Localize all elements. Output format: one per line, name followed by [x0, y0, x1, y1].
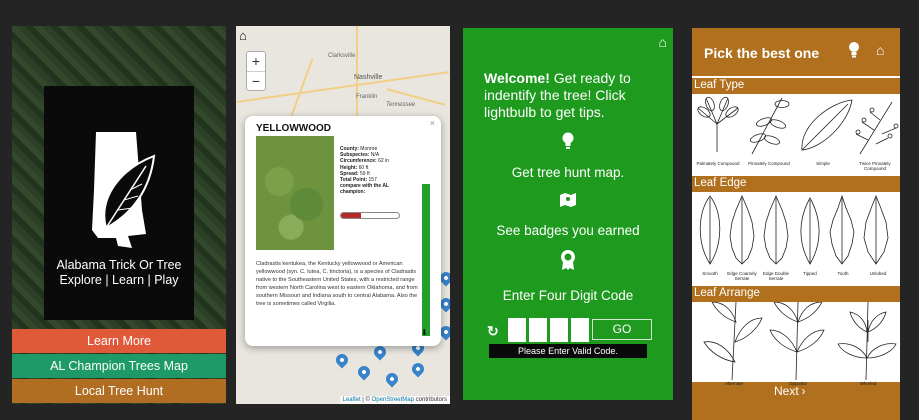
learn-more-button[interactable]: Learn More [12, 329, 226, 353]
leaf-arrange-caption: Alternate [724, 381, 743, 386]
leaf-edge-caption: Edge Double Serrate [762, 271, 790, 281]
zoom-out-button[interactable]: − [247, 71, 265, 90]
osm-link[interactable]: OpenStreetMap [372, 397, 414, 403]
tree-marker[interactable] [383, 370, 401, 388]
code-digit-1[interactable] [508, 318, 526, 342]
leaf-type-drawings[interactable] [692, 94, 900, 160]
leaf-edge-options: Smooth Edge Coarsely Serrate Edge Double… [692, 192, 900, 282]
alabama-leaf-logo [92, 132, 156, 248]
splash-screen: Alabama Trick Or Tree Explore | Learn | … [12, 26, 226, 404]
home-icon[interactable]: ⌂ [876, 42, 884, 58]
map-label-tennessee: Tennessee [386, 102, 416, 108]
code-digit-3[interactable] [550, 318, 568, 342]
leaf-edge-caption: Edge Coarsely Serrate [727, 271, 757, 281]
leaf-edge-caption: Unlobed [869, 271, 887, 276]
leaf-edge-section: Leaf Edge Smooth Edge Coarsely Serrate E… [692, 176, 900, 282]
zoom-in-button[interactable]: + [247, 52, 265, 71]
menu-screen: ⌂ Welcome! Get ready to indentify the tr… [463, 28, 673, 400]
compare-bar-fill [341, 213, 362, 218]
scroll-down-icon[interactable]: ⬇ [421, 328, 428, 337]
tree-stats: County: Monroe Subspecies: N/A Circumfer… [340, 146, 389, 196]
zoom-control: + − [246, 51, 266, 91]
champion-compare-bar [340, 212, 400, 219]
map-label-franklin: Franklin [356, 94, 378, 100]
tree-marker[interactable] [355, 363, 373, 381]
map-label-nashville: Nashville [354, 74, 383, 81]
welcome-text: Welcome! Get ready to indentify the tree… [484, 70, 631, 120]
error-message: Please Enter Valid Code. [489, 344, 647, 358]
map-label-clarksville: Clarksville [328, 53, 356, 59]
badges-link[interactable]: See badges you earned [463, 223, 673, 238]
tree-marker[interactable] [371, 343, 389, 361]
tree-description: Cladrastis kentukea, the Kentucky yellow… [256, 261, 418, 307]
champion-map-button[interactable]: AL Champion Trees Map [12, 354, 226, 378]
lightbulb-icon[interactable] [463, 132, 673, 155]
popup-title: YELLOWWOOD [256, 123, 331, 134]
leaf-type-caption: Simple [816, 161, 830, 166]
refresh-icon[interactable]: ↻ [487, 323, 499, 340]
leaf-type-caption: Twice Pinnately Compound [859, 161, 891, 171]
leaflet-link[interactable]: Leaflet [343, 397, 361, 403]
map-icon[interactable] [463, 192, 673, 213]
leaf-picker-screen: Pick the best one ⌂ Leaf Type Palmately … [692, 28, 900, 420]
tree-marker[interactable] [333, 351, 351, 369]
close-icon[interactable]: × [430, 118, 435, 128]
code-digit-4[interactable] [571, 318, 589, 342]
enter-code-label: Enter Four Digit Code [502, 288, 634, 303]
leaf-edge-caption: Smooth [702, 271, 718, 276]
leaf-type-caption: Palmately Compound [696, 161, 740, 166]
go-button[interactable]: GO [592, 319, 652, 340]
leaf-arrange-label: Leaf Arrange [694, 287, 760, 299]
leaf-type-caption: Pinnately Compound [748, 161, 790, 166]
logo-box: Alabama Trick Or Tree Explore | Learn | … [44, 86, 194, 320]
picker-title: Pick the best one [704, 45, 820, 61]
leaf-arrange-drawings[interactable] [692, 301, 900, 381]
tree-photo [256, 136, 334, 250]
tree-hunt-map-link[interactable]: Get tree hunt map. [463, 165, 673, 180]
local-hunt-button[interactable]: Local Tree Hunt [12, 379, 226, 403]
tree-marker[interactable] [409, 360, 427, 378]
home-icon[interactable]: ⌂ [659, 34, 667, 50]
popup-scrollbar[interactable] [422, 184, 430, 336]
code-digit-2[interactable] [529, 318, 547, 342]
leaf-edge-label: Leaf Edge [694, 177, 747, 189]
leaf-arrange-options [692, 301, 900, 382]
leaf-type-options: Palmately Compound Pinnately Compound Si… [692, 94, 900, 172]
tree-info-popup: × YELLOWWOOD County: Monroe Subspecies: … [245, 116, 441, 346]
lightbulb-icon[interactable] [848, 42, 860, 62]
badge-icon[interactable] [463, 249, 673, 276]
map-attribution: Leaflet | © OpenStreetMap contributors [339, 396, 450, 404]
leaf-arrange-section: Leaf Arrange Alternate Opposite Whorled [692, 286, 900, 420]
leaf-arrange-caption: Whorled [859, 381, 877, 386]
leaf-type-section: Leaf Type Palmately Compound Pinnately C… [692, 78, 900, 172]
leaf-edge-caption: Tooth [837, 271, 849, 276]
leaf-edge-drawings[interactable] [692, 192, 900, 268]
chevron-right-icon: › [801, 384, 806, 398]
map-screen: ⌂ + − Clarksville Nashville Tennessee Fr… [236, 26, 450, 404]
app-title: Alabama Trick Or Tree Explore | Learn | … [56, 258, 182, 287]
picker-header: Pick the best one ⌂ [692, 28, 900, 76]
home-icon[interactable]: ⌂ [239, 28, 255, 43]
next-button[interactable]: Next › [774, 384, 805, 398]
leaf-type-label: Leaf Type [694, 79, 745, 91]
leaf-edge-caption: Tipped [803, 271, 817, 276]
